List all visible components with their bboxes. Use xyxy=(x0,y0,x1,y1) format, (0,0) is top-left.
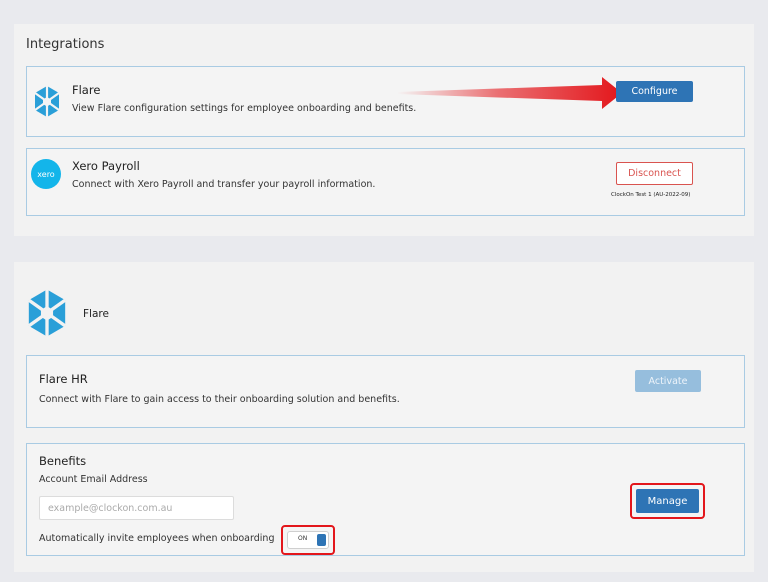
flare-integration-card: Flare View Flare configuration settings … xyxy=(26,66,745,137)
integrations-panel: Integrations Flare View Flare configurat… xyxy=(14,24,754,236)
account-email-label: Account Email Address xyxy=(39,474,148,485)
flare-logo-icon xyxy=(32,85,62,118)
flare-settings-panel: Flare Flare HR Connect with Flare to gai… xyxy=(14,262,754,572)
toggle-knob xyxy=(317,534,326,546)
flare-panel-title: Flare xyxy=(83,308,109,320)
auto-invite-label: Automatically invite employees when onbo… xyxy=(39,533,275,544)
flare-hr-description: Connect with Flare to gain access to the… xyxy=(39,394,400,405)
xero-card-description: Connect with Xero Payroll and transfer y… xyxy=(72,179,376,190)
flare-card-description: View Flare configuration settings for em… xyxy=(72,103,417,114)
xero-card-title: Xero Payroll xyxy=(72,159,140,173)
manage-button[interactable]: Manage xyxy=(636,489,699,513)
account-email-input[interactable] xyxy=(39,496,234,520)
xero-logo-icon: xero xyxy=(31,159,61,189)
flare-hr-card: Flare HR Connect with Flare to gain acce… xyxy=(26,355,745,428)
integrations-title: Integrations xyxy=(26,37,105,52)
xero-connection-note: ClockOn Test 1 (AU-2022-09) xyxy=(611,192,691,198)
flare-card-title: Flare xyxy=(72,83,101,97)
disconnect-button[interactable]: Disconnect xyxy=(616,162,693,185)
xero-integration-card: xero Xero Payroll Connect with Xero Payr… xyxy=(26,148,745,216)
auto-invite-toggle[interactable]: ON xyxy=(287,531,329,549)
configure-button[interactable]: Configure xyxy=(616,81,693,102)
red-arrow-annotation xyxy=(397,77,622,109)
flare-hr-title: Flare HR xyxy=(39,372,88,386)
benefits-card: Benefits Account Email Address Automatic… xyxy=(26,443,745,556)
flare-large-logo-icon xyxy=(23,288,71,338)
activate-button[interactable]: Activate xyxy=(635,370,701,392)
toggle-state-label: ON xyxy=(298,535,308,542)
benefits-title: Benefits xyxy=(39,454,87,468)
